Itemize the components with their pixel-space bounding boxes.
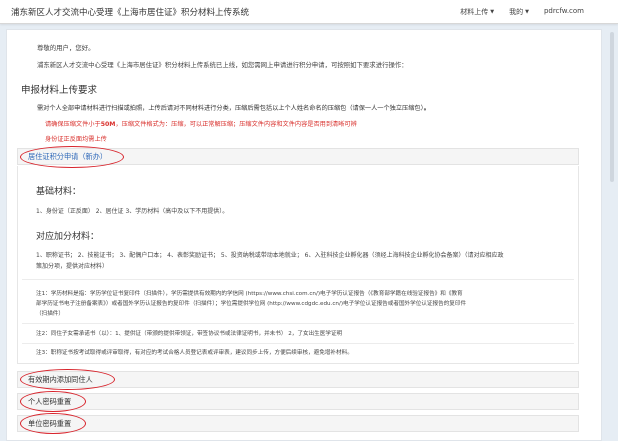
requirement-line-1: 需对个人全部申请材料进行扫描或拍照，上传后请对不同材料进行分类，压缩后需包括以上… bbox=[37, 103, 430, 112]
accordion-add-cohabitant-label: 有效期内添加同住人 bbox=[28, 375, 93, 384]
accordion-reset-unit-password[interactable]: 单位密码重置 bbox=[17, 415, 579, 432]
chevron-down-icon: ▼ bbox=[525, 9, 529, 15]
note-1-line-3: （扫描件） bbox=[36, 311, 64, 317]
accordion-add-cohabitant[interactable]: 有效期内添加同住人 bbox=[17, 371, 579, 388]
warning-1-size: 50M bbox=[100, 121, 116, 128]
accordion-residence-apply-label: 居住证积分申请（新办） bbox=[28, 152, 108, 161]
requirement-warning-2: 身份证正反面均需上传 bbox=[45, 136, 107, 143]
nav-menu: 材料上传 ▼ 我的 ▼ pdrcfw.com bbox=[460, 7, 584, 17]
basic-materials-title: 基础材料： bbox=[36, 187, 82, 197]
note-3: 注3：职称证书按考试取得或评审取得，有对应的考试合格人员登记表或评审表，建议同步… bbox=[36, 350, 353, 356]
requirement-warning-1: 请确保压缩文件小于50M，压缩文件格式为：压缩，可以正常解压缩；压缩文件内容和文… bbox=[45, 119, 357, 128]
menu-upload[interactable]: 材料上传 ▼ bbox=[460, 7, 494, 17]
accordion-reset-personal-password[interactable]: 个人密码重置 bbox=[17, 393, 579, 410]
chevron-down-icon: ▼ bbox=[490, 9, 495, 15]
basic-materials-text: 1、身份证（正反面） 2、居住证 3、学历材料（高中及以下不用提供）。 bbox=[36, 208, 229, 215]
accordion-reset-unit-password-label: 单位密码重置 bbox=[28, 419, 72, 428]
note-2: 注2：同住子女需承诺书（以）：1、提供证（带颁的提供带领证，带签协议书或法律证明… bbox=[36, 331, 343, 337]
warning-1-suffix: ，压缩文件格式为：压缩，可以正常解压缩；压缩文件内容和文件内容是否用到清晰可辨 bbox=[115, 121, 357, 128]
greeting: 尊敬的用户，您好。 bbox=[37, 44, 95, 52]
scrollbar[interactable] bbox=[610, 32, 614, 182]
site-link[interactable]: pdrcfw.com bbox=[544, 7, 584, 17]
requirement-line-1-text: 需对个人全部申请材料进行扫描或拍照，上传后请对不同材料进行分类，压缩后需包括以上… bbox=[37, 105, 424, 112]
menu-mine[interactable]: 我的 ▼ bbox=[509, 7, 529, 17]
divider bbox=[22, 343, 574, 344]
note-1-line-1: 注1：学历材料是指：学历学位证书复印件（扫描件），学历需提供有效期内的学信网 (… bbox=[36, 291, 463, 297]
requirement-line-1-end: 。 bbox=[423, 105, 430, 112]
accordion-residence-apply[interactable]: 居住证积分申请（新办） bbox=[17, 148, 579, 165]
intro-text: 浦东新区人才交流中心受理《上海市居住证》积分材料上传系统已上线，如您需网上申请进… bbox=[37, 61, 408, 69]
note-1-line-2: 部学历证书电子注册备案表》）或者国外学历认证报告的复印件（扫描件）；学位需提供学… bbox=[36, 301, 467, 307]
app-title: 浦东新区人才交流中心受理《上海市居住证》积分材料上传系统 bbox=[11, 8, 250, 18]
warning-1-prefix: 请确保压缩文件小于 bbox=[45, 121, 101, 128]
top-navbar: 浦东新区人才交流中心受理《上海市居住证》积分材料上传系统 材料上传 ▼ 我的 ▼ p… bbox=[0, 0, 618, 24]
main-panel: 尊敬的用户，您好。 浦东新区人才交流中心受理《上海市居住证》积分材料上传系统已上… bbox=[6, 29, 602, 441]
accordion-residence-apply-body: 基础材料： 1、身份证（正反面） 2、居住证 3、学历材料（高中及以下不用提供）… bbox=[17, 166, 579, 364]
divider bbox=[22, 323, 574, 324]
extra-materials-line-1: 1、职称证书； 2、技能证书； 3、配偶户口本； 4、表彰奖励证书； 5、投资纳… bbox=[36, 252, 504, 259]
requirements-title: 申报材料上传要求 bbox=[21, 85, 98, 96]
extra-materials-line-2: 策加分项，提供对应材料） bbox=[36, 263, 109, 270]
divider bbox=[22, 279, 574, 280]
menu-upload-label: 材料上传 bbox=[460, 8, 489, 16]
accordion-reset-personal-password-label: 个人密码重置 bbox=[28, 397, 72, 406]
extra-materials-title: 对应加分材料： bbox=[36, 232, 100, 242]
menu-mine-label: 我的 bbox=[509, 8, 524, 16]
